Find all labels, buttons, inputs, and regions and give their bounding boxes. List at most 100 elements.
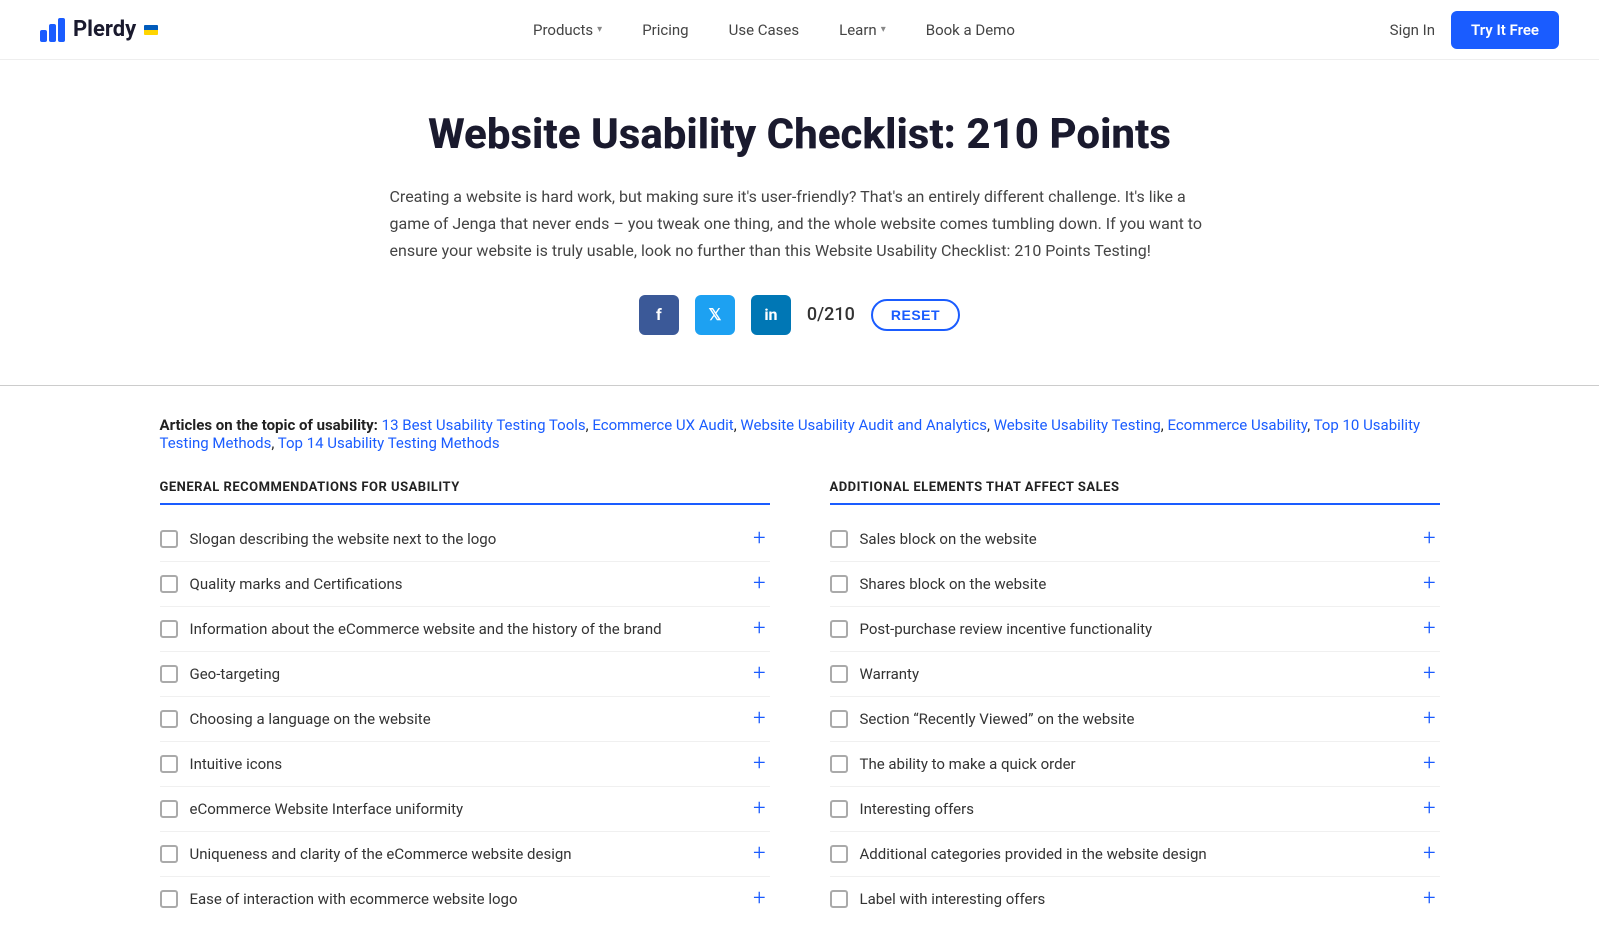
item-label: Geo-targeting xyxy=(190,665,281,683)
expand-icon[interactable]: + xyxy=(749,618,769,640)
item-label: Shares block on the website xyxy=(860,575,1047,593)
checkbox-right-2[interactable] xyxy=(830,620,848,638)
expand-icon[interactable]: + xyxy=(1419,573,1439,595)
article-link-1[interactable]: Ecommerce UX Audit xyxy=(592,416,733,434)
item-label: Information about the eCommerce website … xyxy=(190,620,662,638)
chevron-down-icon: ▾ xyxy=(881,24,886,35)
signin-button[interactable]: Sign In xyxy=(1390,21,1435,39)
article-link-2[interactable]: Website Usability Audit and Analytics xyxy=(740,416,987,434)
list-item: Ease of interaction with ecommerce websi… xyxy=(160,877,770,921)
item-label: Label with interesting offers xyxy=(860,890,1046,908)
checkbox-left-8[interactable] xyxy=(160,890,178,908)
list-item: Uniqueness and clarity of the eCommerce … xyxy=(160,832,770,877)
nav-use-cases[interactable]: Use Cases xyxy=(713,13,816,47)
nav-links: Products ▾ Pricing Use Cases Learn ▾ Boo… xyxy=(517,13,1031,47)
articles-prefix: Articles on the topic of usability: xyxy=(160,416,378,434)
item-label: Post-purchase review incentive functiona… xyxy=(860,620,1153,638)
articles-section: Articles on the topic of usability: 13 B… xyxy=(160,416,1440,452)
list-item: Choosing a language on the website + xyxy=(160,697,770,742)
item-label: Warranty xyxy=(860,665,920,683)
checkbox-left-3[interactable] xyxy=(160,665,178,683)
share-row: f 𝕏 in 0/210 RESET xyxy=(390,295,1210,335)
checkbox-right-3[interactable] xyxy=(830,665,848,683)
expand-icon[interactable]: + xyxy=(749,798,769,820)
checkbox-right-8[interactable] xyxy=(830,890,848,908)
right-section-title: ADDITIONAL ELEMENTS THAT AFFECT SALES xyxy=(830,480,1440,505)
checkbox-left-2[interactable] xyxy=(160,620,178,638)
expand-icon[interactable]: + xyxy=(1419,528,1439,550)
list-item: Post-purchase review incentive functiona… xyxy=(830,607,1440,652)
expand-icon[interactable]: + xyxy=(1419,843,1439,865)
linkedin-share-button[interactable]: in xyxy=(751,295,791,335)
checkbox-right-6[interactable] xyxy=(830,800,848,818)
logo-text: Plerdy xyxy=(73,17,136,42)
ukraine-flag xyxy=(144,25,158,35)
nav-learn[interactable]: Learn ▾ xyxy=(823,13,902,47)
nav-pricing[interactable]: Pricing xyxy=(626,13,704,47)
reset-button[interactable]: RESET xyxy=(871,299,960,331)
left-section-title: GENERAL RECOMMENDATIONS FOR USABILITY xyxy=(160,480,770,505)
article-link-0[interactable]: 13 Best Usability Testing Tools xyxy=(382,416,586,434)
list-item: The ability to make a quick order + xyxy=(830,742,1440,787)
checklist-columns: GENERAL RECOMMENDATIONS FOR USABILITY Sl… xyxy=(160,480,1440,921)
list-item: Intuitive icons + xyxy=(160,742,770,787)
expand-icon[interactable]: + xyxy=(749,888,769,910)
nav-actions: Sign In Try It Free xyxy=(1390,11,1559,49)
expand-icon[interactable]: + xyxy=(1419,888,1439,910)
checkbox-right-1[interactable] xyxy=(830,575,848,593)
list-item: eCommerce Website Interface uniformity + xyxy=(160,787,770,832)
expand-icon[interactable]: + xyxy=(1419,663,1439,685)
item-label: Section “Recently Viewed” on the website xyxy=(860,710,1135,728)
article-link-6[interactable]: Top 14 Usability Testing Methods xyxy=(278,434,500,452)
checkbox-left-5[interactable] xyxy=(160,755,178,773)
expand-icon[interactable]: + xyxy=(1419,708,1439,730)
expand-icon[interactable]: + xyxy=(1419,798,1439,820)
facebook-share-button[interactable]: f xyxy=(639,295,679,335)
article-link-3[interactable]: Website Usability Testing xyxy=(994,416,1161,434)
checkbox-right-5[interactable] xyxy=(830,755,848,773)
left-column: GENERAL RECOMMENDATIONS FOR USABILITY Sl… xyxy=(160,480,770,921)
expand-icon[interactable]: + xyxy=(749,708,769,730)
expand-icon[interactable]: + xyxy=(749,663,769,685)
checkbox-left-4[interactable] xyxy=(160,710,178,728)
checkbox-left-6[interactable] xyxy=(160,800,178,818)
expand-icon[interactable]: + xyxy=(749,753,769,775)
item-label: Sales block on the website xyxy=(860,530,1037,548)
navbar: Plerdy Products ▾ Pricing Use Cases Lear… xyxy=(0,0,1599,60)
expand-icon[interactable]: + xyxy=(1419,753,1439,775)
logo[interactable]: Plerdy xyxy=(40,17,158,42)
expand-icon[interactable]: + xyxy=(749,573,769,595)
article-link-4[interactable]: Ecommerce Usability xyxy=(1167,416,1307,434)
item-label: Ease of interaction with ecommerce websi… xyxy=(190,890,518,908)
checkbox-right-4[interactable] xyxy=(830,710,848,728)
item-label: Slogan describing the website next to th… xyxy=(190,530,497,548)
item-label: Intuitive icons xyxy=(190,755,283,773)
expand-icon[interactable]: + xyxy=(749,528,769,550)
item-label: Interesting offers xyxy=(860,800,974,818)
list-item: Geo-targeting + xyxy=(160,652,770,697)
twitter-share-button[interactable]: 𝕏 xyxy=(695,295,735,335)
hero-section: Website Usability Checklist: 210 Points … xyxy=(350,60,1250,385)
list-item: Quality marks and Certifications + xyxy=(160,562,770,607)
expand-icon[interactable]: + xyxy=(1419,618,1439,640)
item-label: Choosing a language on the website xyxy=(190,710,431,728)
checkbox-left-0[interactable] xyxy=(160,530,178,548)
list-item: Warranty + xyxy=(830,652,1440,697)
checkbox-left-1[interactable] xyxy=(160,575,178,593)
hero-description: Creating a website is hard work, but mak… xyxy=(390,183,1210,265)
page-title: Website Usability Checklist: 210 Points xyxy=(390,110,1210,159)
chevron-down-icon: ▾ xyxy=(597,24,602,35)
list-item: Additional categories provided in the we… xyxy=(830,832,1440,877)
try-free-button[interactable]: Try It Free xyxy=(1451,11,1559,49)
checklist-counter: 0/210 xyxy=(807,304,855,325)
nav-products[interactable]: Products ▾ xyxy=(517,13,618,47)
nav-book-demo[interactable]: Book a Demo xyxy=(910,13,1031,47)
checkbox-right-0[interactable] xyxy=(830,530,848,548)
list-item: Shares block on the website + xyxy=(830,562,1440,607)
expand-icon[interactable]: + xyxy=(749,843,769,865)
item-label: eCommerce Website Interface uniformity xyxy=(190,800,464,818)
main-content: Articles on the topic of usability: 13 B… xyxy=(100,386,1500,951)
item-label: The ability to make a quick order xyxy=(860,755,1076,773)
item-label: Quality marks and Certifications xyxy=(190,575,403,593)
list-item: Interesting offers + xyxy=(830,787,1440,832)
